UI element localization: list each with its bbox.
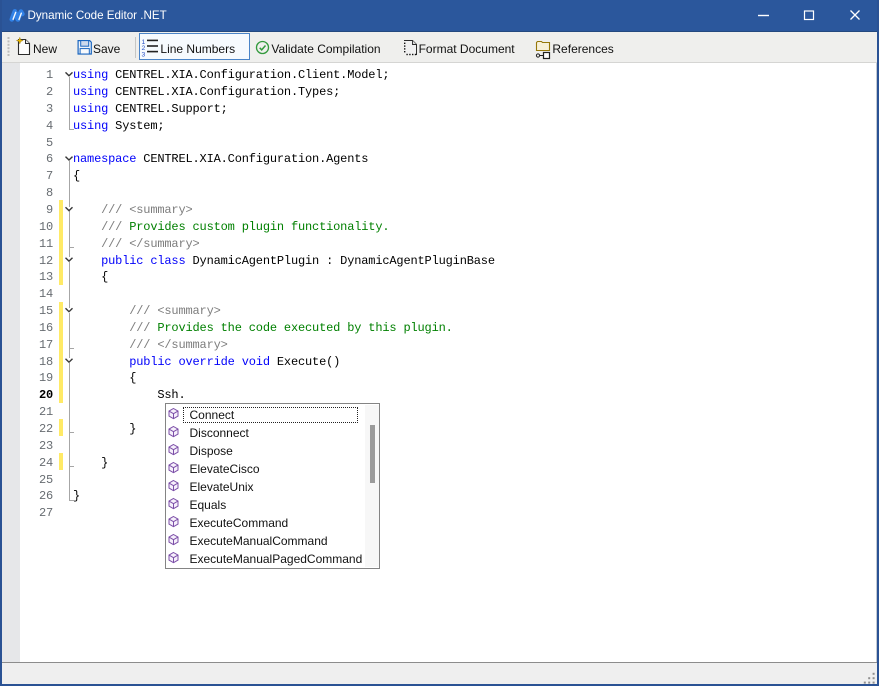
svg-text:3: 3 bbox=[142, 51, 146, 58]
